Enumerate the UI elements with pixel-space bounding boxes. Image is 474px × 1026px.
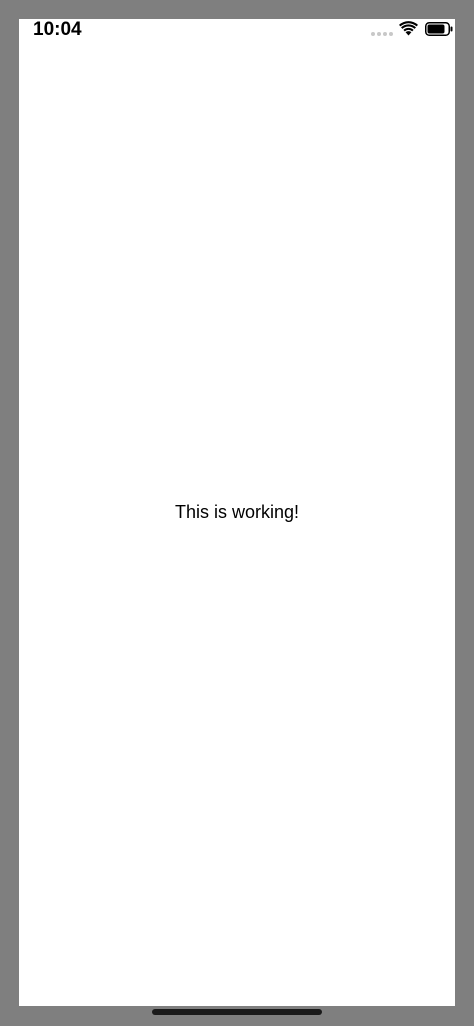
app-screen: 10:04 This is working! — [19, 19, 455, 1006]
battery-icon — [425, 22, 453, 36]
status-time: 10:04 — [33, 19, 82, 40]
wifi-icon — [399, 21, 418, 36]
home-indicator[interactable] — [152, 1009, 322, 1015]
status-bar: 10:04 — [19, 19, 455, 41]
signal-dots-icon — [371, 32, 393, 36]
status-message: This is working! — [174, 502, 300, 522]
